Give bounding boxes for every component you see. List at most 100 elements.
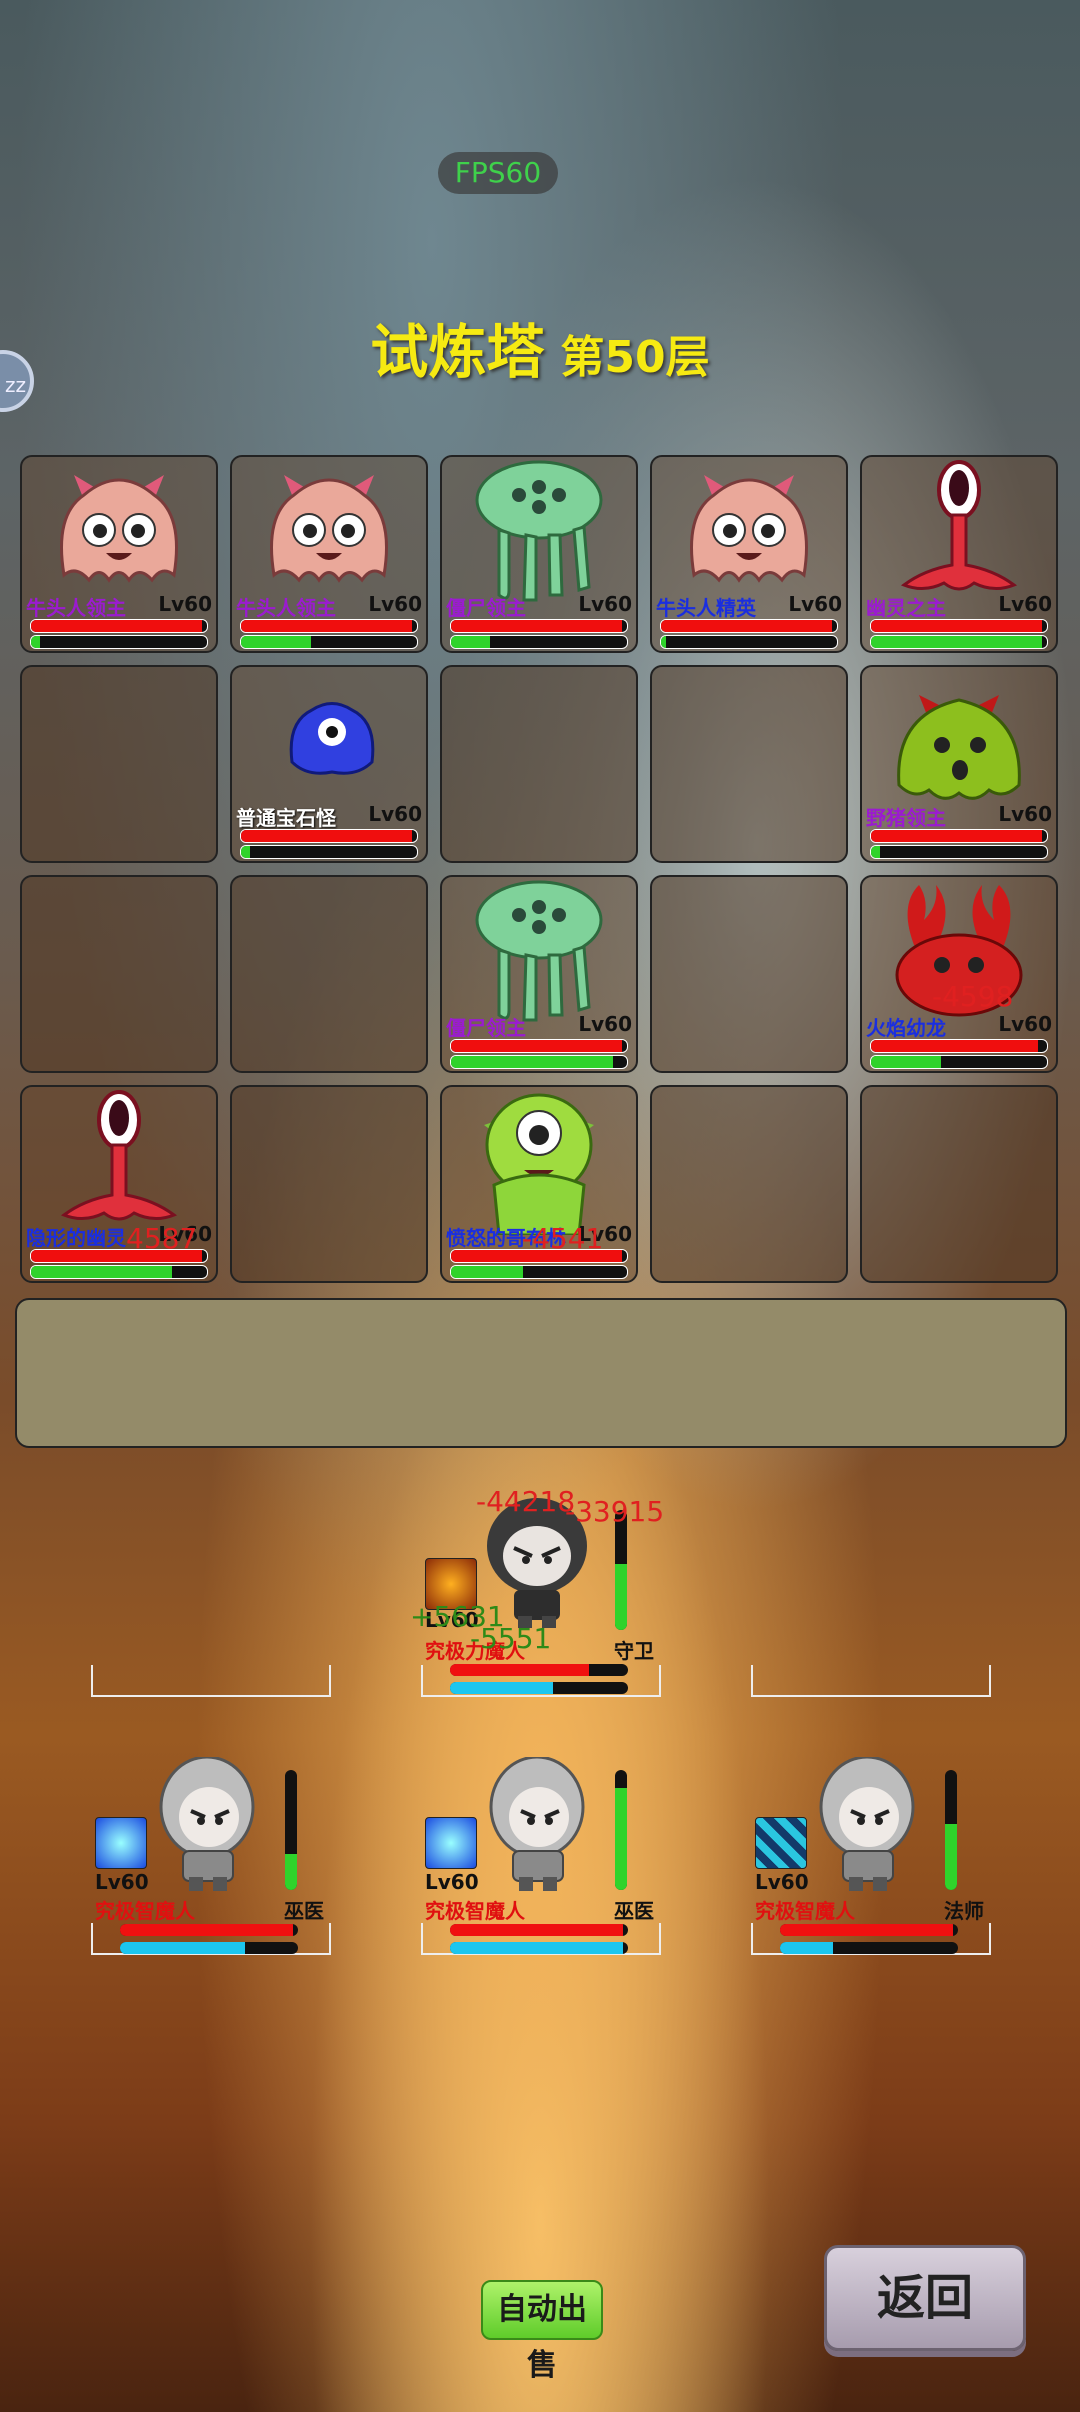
monster-progress-bar <box>30 1265 208 1279</box>
damage-text: 4587 <box>126 1222 198 1255</box>
monster-name: 僵尸领主 <box>446 1016 526 1040</box>
blue-gem-blob-sprite <box>282 692 382 786</box>
damage-text: -33915 <box>565 1495 665 1528</box>
tower-name: 试炼塔 <box>370 318 545 386</box>
pink-horned-squid-sprite <box>674 455 824 599</box>
hero-mp-bar <box>450 1942 628 1954</box>
hero-role: 巫医 <box>284 1899 324 1923</box>
empty-monster-cell[interactable] <box>860 1085 1058 1283</box>
monster-progress-bar <box>450 1265 628 1279</box>
hero-hp-bar <box>780 1924 958 1936</box>
monster-cell[interactable]: 牛头人领主 Lv60 <box>20 455 218 653</box>
hero-mp-bar <box>120 1942 298 1954</box>
monster-cell[interactable]: 僵尸领主 Lv60 <box>440 875 638 1073</box>
green-goblin-sprite <box>464 1085 614 1239</box>
hero-energy-bar <box>615 1510 627 1630</box>
empty-monster-cell[interactable] <box>650 875 848 1073</box>
monster-progress-bar <box>240 845 418 859</box>
monster-cell[interactable]: 牛头人领主 Lv60 <box>230 455 428 653</box>
hero-mp-bar <box>450 1682 628 1694</box>
monster-level: Lv60 <box>158 592 212 616</box>
monster-level: Lv60 <box>998 592 1052 616</box>
damage-text: -44218 <box>476 1485 576 1518</box>
empty-monster-cell[interactable] <box>20 665 218 863</box>
monster-hp-bar <box>450 1039 628 1053</box>
fps-counter: FPS60 <box>438 152 558 194</box>
hero-hp-bar <box>450 1924 628 1936</box>
skill-icon[interactable] <box>425 1817 477 1869</box>
hero-energy-bar <box>285 1770 297 1890</box>
monster-cell[interactable]: 火焰幼龙 Lv60 <box>860 875 1058 1073</box>
green-jellyfish-sprite <box>464 455 614 609</box>
monster-hp-bar <box>870 1039 1048 1053</box>
pink-horned-squid-sprite <box>44 455 194 599</box>
monster-hp-bar <box>870 829 1048 843</box>
auto-sell-button[interactable]: 自动出售 <box>481 2280 603 2383</box>
hero-mp-bar <box>780 1942 958 1954</box>
hero-role: 巫医 <box>614 1899 654 1923</box>
hero-level: Lv60 <box>755 1870 809 1894</box>
monster-name: 隐形的幽灵 <box>26 1226 126 1250</box>
green-jellyfish-sprite <box>464 875 614 1029</box>
monster-level: Lv60 <box>788 592 842 616</box>
skill-icon[interactable] <box>95 1817 147 1869</box>
hero-energy-bar <box>615 1770 627 1890</box>
monster-hp-bar <box>240 619 418 633</box>
red-eye-stalk-sprite <box>884 455 1034 609</box>
monster-cell[interactable]: 牛头人精英 Lv60 <box>650 455 848 653</box>
hero-name: 究极智魔人 <box>755 1899 855 1923</box>
monster-cell[interactable]: 幽灵之主 Lv60 <box>860 455 1058 653</box>
hero-level: Lv60 <box>425 1870 479 1894</box>
monster-hp-bar <box>870 619 1048 633</box>
heal-text: -5551 <box>470 1622 552 1655</box>
monster-progress-bar <box>870 845 1048 859</box>
monster-cell[interactable]: 野猪领主 Lv60 <box>860 665 1058 863</box>
battle-log-panel <box>15 1298 1067 1448</box>
monster-progress-bar <box>450 635 628 649</box>
empty-monster-cell[interactable] <box>20 875 218 1073</box>
monster-name: 火焰幼龙 <box>866 1016 946 1040</box>
empty-monster-cell[interactable] <box>440 665 638 863</box>
empty-monster-cell[interactable] <box>650 1085 848 1283</box>
hero-hp-bar <box>120 1924 298 1936</box>
monster-name: 牛头人领主 <box>26 596 126 620</box>
monster-level: Lv60 <box>368 592 422 616</box>
monster-progress-bar <box>870 1055 1048 1069</box>
monster-grid: 牛头人领主 Lv60 牛头人领主 Lv60 僵尸领主 Lv60 牛头人精英 Lv60 幽灵之主 L… <box>20 455 1060 1287</box>
empty-monster-cell[interactable] <box>230 1085 428 1283</box>
monster-hp-bar <box>240 829 418 843</box>
floor-label: 第50层 <box>560 332 710 383</box>
monster-level: Lv60 <box>578 592 632 616</box>
damage-text: -4598 <box>932 980 1014 1013</box>
hero-role: 法师 <box>944 1899 984 1923</box>
monster-progress-bar <box>660 635 838 649</box>
monster-hp-bar <box>660 619 838 633</box>
empty-hero-slot-left[interactable] <box>91 1665 331 1697</box>
monster-cell[interactable]: 僵尸领主 Lv60 <box>440 455 638 653</box>
monster-hp-bar <box>30 619 208 633</box>
hooded-hero-sprite <box>157 1755 257 1897</box>
hero-level: Lv60 <box>95 1870 149 1894</box>
hero-energy-bar <box>945 1770 957 1890</box>
monster-hp-bar <box>450 619 628 633</box>
monster-cell[interactable]: 普通宝石怪 Lv60 <box>230 665 428 863</box>
hero-role: 守卫 <box>614 1639 654 1663</box>
monster-progress-bar <box>450 1055 628 1069</box>
empty-monster-cell[interactable] <box>230 875 428 1073</box>
monster-name: 牛头人领主 <box>236 596 336 620</box>
monster-level: Lv60 <box>998 1012 1052 1036</box>
monster-level: Lv60 <box>368 802 422 826</box>
monster-progress-bar <box>30 635 208 649</box>
pink-horned-squid-sprite <box>254 455 404 599</box>
monster-level: Lv60 <box>998 802 1052 826</box>
hero-name: 究极智魔人 <box>425 1899 525 1923</box>
back-button[interactable]: 返回 <box>824 2245 1026 2351</box>
empty-monster-cell[interactable] <box>650 665 848 863</box>
hero-name: 究极智魔人 <box>95 1899 195 1923</box>
monster-progress-bar <box>240 635 418 649</box>
skill-icon[interactable] <box>755 1817 807 1869</box>
monster-name: 僵尸领主 <box>446 596 526 620</box>
empty-hero-slot-right[interactable] <box>751 1665 991 1697</box>
hooded-hero-sprite <box>817 1755 917 1897</box>
monster-level: Lv60 <box>578 1012 632 1036</box>
